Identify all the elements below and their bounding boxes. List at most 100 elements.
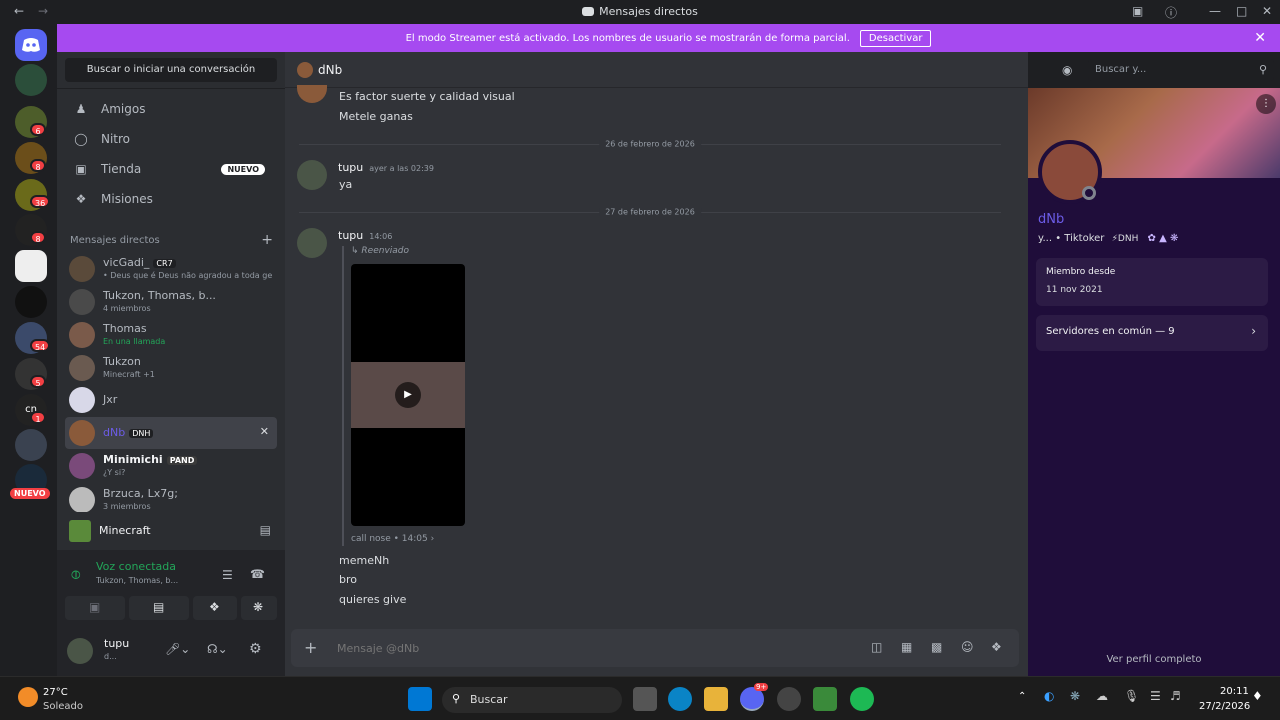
avatar — [69, 487, 95, 513]
soundboard-button[interactable]: ❋ — [241, 596, 277, 620]
dm-item[interactable]: vicGadi_ CR7 • Deus que é Deus não agrado… — [65, 253, 277, 285]
dm-item[interactable]: Tukzon Minecraft +1 — [65, 352, 277, 384]
dm-item-selected[interactable]: dNb DNH ✕ — [65, 417, 277, 449]
dm-item[interactable]: Thomas En una llamada — [65, 319, 277, 351]
more-options-icon[interactable]: ⋮ — [1256, 94, 1276, 114]
dm-item[interactable]: Minimichi PAND ¿Y si? — [65, 450, 277, 482]
taskbar-search[interactable]: ⚲ Buscar — [442, 687, 622, 713]
windows-start-icon[interactable] — [408, 687, 432, 711]
view-full-profile-link[interactable]: Ver perfil completo — [1028, 654, 1280, 665]
server-icon-1[interactable] — [15, 64, 47, 96]
avatar — [69, 387, 95, 413]
close-banner-icon[interactable]: ✕ — [1254, 30, 1266, 46]
badges-icon: ✿ ▲ ❋ — [1147, 233, 1179, 244]
server-icon-10[interactable] — [15, 429, 47, 461]
minecraft-taskbar-icon[interactable] — [813, 687, 837, 711]
volume-icon[interactable]: ♬ — [1170, 689, 1181, 703]
profile-toggle-icon[interactable]: ◉ — [1062, 63, 1072, 77]
dm-item[interactable]: Jxr — [65, 384, 277, 416]
headphones-icon[interactable]: ☊⌄ — [207, 642, 228, 656]
deactivate-button[interactable]: Desactivar — [859, 29, 932, 47]
activity-bar[interactable]: Minecraft ▤ — [57, 512, 285, 550]
chat-area: dNb ☎ ▣ ✦ Es factor suerte y calidad vis… — [285, 52, 1028, 676]
maximize-icon[interactable]: □ — [1236, 4, 1247, 18]
search-icon: ⚲ — [1258, 63, 1267, 76]
avatar — [297, 62, 313, 78]
help-icon[interactable]: ⓘ — [1165, 4, 1177, 21]
app-icon[interactable] — [777, 687, 801, 711]
chevron-up-icon[interactable]: ⌃ — [1018, 691, 1026, 702]
video-attachment[interactable]: ▶ — [351, 264, 465, 526]
user-avatar[interactable] — [67, 638, 93, 664]
chat-search-box[interactable]: Buscar y... ⚲ — [1088, 59, 1274, 81]
server-badge: 8 — [30, 159, 46, 172]
close-window-icon[interactable]: ✕ — [1262, 4, 1272, 18]
sticker-icon[interactable]: ▩ — [931, 640, 942, 654]
server-badge: 54 — [30, 339, 51, 352]
avatar[interactable] — [297, 160, 327, 190]
settings-gear-icon[interactable]: ⚙ — [249, 641, 262, 657]
message-author[interactable]: tupu 14:06 — [338, 229, 392, 242]
stream-icon[interactable]: ▤ — [260, 523, 271, 537]
screen-share-icon: ▤ — [153, 600, 165, 614]
task-view-icon[interactable] — [633, 687, 657, 711]
server-icon-6[interactable] — [15, 250, 47, 282]
tray-icon[interactable]: ◐ — [1044, 689, 1054, 703]
edge-icon[interactable] — [668, 687, 692, 711]
profile-name: dNb — [1038, 212, 1065, 227]
dm-item[interactable]: Tukzon, Thomas, b... 4 miembros — [65, 286, 277, 318]
find-conversation-button[interactable]: Buscar o iniciar una conversación — [65, 58, 277, 82]
streamer-banner-text: El modo Streamer está activado. Los nomb… — [405, 32, 850, 44]
server-badge: 5 — [30, 375, 46, 388]
camera-button[interactable]: ▣ — [65, 596, 125, 620]
attach-plus-icon[interactable]: + — [304, 638, 317, 657]
message-input[interactable] — [337, 639, 757, 657]
gif-icon[interactable]: ▦ — [901, 640, 912, 654]
window-title: Mensajes directos — [0, 5, 1280, 18]
microphone-tray-icon[interactable]: 🎙︎ — [1124, 689, 1139, 703]
forwarded-label: ↳ Reenviado — [351, 246, 409, 256]
camera-off-icon: ▣ — [89, 600, 101, 614]
avatar[interactable] — [297, 228, 327, 258]
apps-icon[interactable]: ❖ — [991, 640, 1002, 654]
play-icon[interactable]: ▶ — [395, 382, 421, 408]
disconnect-icon[interactable]: ☎ — [250, 567, 265, 581]
chevron-right-icon: › — [1251, 324, 1256, 338]
nav-nitro[interactable]: ◯ Nitro — [65, 125, 269, 153]
nav-quests[interactable]: ❖ Misiones — [65, 185, 269, 213]
close-dm-icon[interactable]: ✕ — [260, 425, 269, 438]
server-badge: 6 — [30, 123, 46, 136]
weather-icon[interactable] — [18, 687, 38, 707]
discord-home-button[interactable] — [15, 29, 47, 61]
profile-tag: ⚡DNH — [1111, 234, 1139, 244]
cloud-icon[interactable]: ☁ — [1096, 689, 1108, 703]
wifi-icon[interactable]: ☰ — [1150, 689, 1161, 703]
avatar — [69, 256, 95, 282]
signal-icon: ⦷ — [71, 568, 81, 582]
emoji-icon[interactable]: ☺ — [961, 640, 974, 654]
file-explorer-icon[interactable] — [704, 687, 728, 711]
noise-suppression-icon[interactable]: ☰ — [222, 568, 233, 582]
discord-small-icon — [582, 7, 595, 16]
tray-icon[interactable]: ❋ — [1070, 689, 1080, 703]
dm-section-title: Mensajes directos — [70, 235, 160, 246]
mutual-servers-button[interactable]: Servidores en común — 9 › — [1036, 315, 1268, 351]
avatar — [69, 322, 95, 348]
create-dm-icon[interactable]: + — [261, 232, 273, 248]
message-author[interactable]: tupu ayer a las 02:39 — [338, 161, 434, 174]
spotify-icon[interactable] — [850, 687, 874, 711]
server-icon-7[interactable] — [15, 286, 47, 318]
nav-friends[interactable]: ♟ Amigos — [65, 95, 269, 123]
minimize-icon[interactable]: — — [1209, 4, 1221, 18]
gift-icon[interactable]: ◫ — [871, 640, 882, 654]
message-text: ya — [339, 178, 353, 191]
new-badge: NUEVO — [221, 163, 265, 175]
notifications-icon[interactable]: ♦ — [1252, 689, 1263, 703]
nav-shop[interactable]: ▣ Tienda NUEVO — [65, 155, 269, 183]
video-thumbnail: ▶ — [351, 362, 465, 428]
screen-share-button[interactable]: ▤ — [129, 596, 189, 620]
forward-origin[interactable]: call nose • 14:05 › — [351, 534, 434, 544]
inbox-icon[interactable]: ▣ — [1132, 4, 1143, 18]
microphone-icon[interactable]: 🎤︎⌄ — [165, 642, 190, 656]
activities-button[interactable]: ❖ — [193, 596, 237, 620]
